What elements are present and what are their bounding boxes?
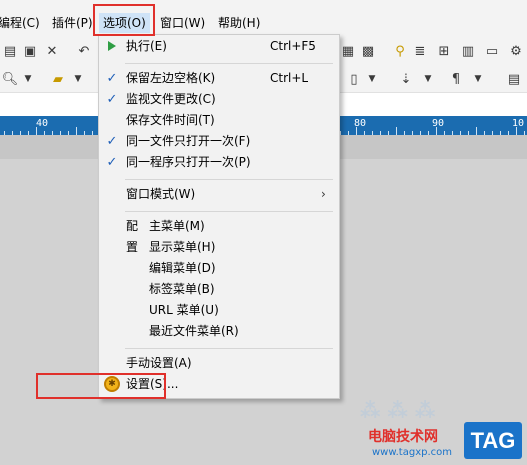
chevron-down-icon[interactable]: ▼ (420, 71, 436, 87)
ruler-tick (516, 127, 517, 135)
ruler-label: 40 (36, 118, 49, 129)
chevron-down-icon[interactable]: ▼ (20, 71, 36, 87)
menu-item-recent-files-menu[interactable]: 最近文件菜单(R) (99, 321, 339, 342)
menu-item-watch-file-changes[interactable]: ✓ 监视文件更改(C) (99, 89, 339, 110)
folder-icon[interactable]: ▰ (50, 71, 66, 87)
ruler-tick (476, 127, 477, 135)
chevron-right-icon: › (321, 187, 326, 201)
menu-item-label: 编辑菜单(D) (149, 261, 216, 275)
menu-group-label: 配 (126, 219, 139, 233)
play-icon (108, 41, 116, 51)
delete-icon[interactable]: ✕ (44, 43, 60, 59)
menu-item-open-file-once[interactable]: ✓ 同一文件只打开一次(F) (99, 131, 339, 152)
zoom-icon[interactable]: 🔍︎ (2, 71, 19, 87)
sort-icon[interactable]: ⇣ (398, 71, 414, 87)
menu-group-label: 置 (126, 240, 139, 254)
menu-item-label: 最近文件菜单(R) (149, 324, 239, 338)
copy-icon[interactable]: ▤ (2, 43, 18, 59)
column-icon[interactable]: ▦ (340, 43, 356, 59)
menu-item-label: 执行(E) (126, 39, 167, 53)
menu-help[interactable]: 帮助(H) (218, 13, 260, 33)
highlight-box-settings (36, 373, 166, 399)
ruler-label: 10 (512, 118, 525, 129)
split-icon[interactable]: ▥ (460, 43, 476, 59)
menu-programming[interactable]: 编程(C) (0, 13, 40, 33)
watermark-site-name: 电脑技术网 (368, 429, 438, 445)
menu-item-label: 保留左边空格(K) (126, 71, 216, 85)
menu-item-window-mode[interactable]: 窗口模式(W) › (99, 184, 339, 205)
menu-separator (125, 179, 333, 180)
page-icon[interactable]: ▯ (346, 71, 362, 87)
paste-icon[interactable]: ▣ (22, 43, 38, 59)
menu-item-main-menu[interactable]: 配 主菜单(M) (99, 216, 339, 237)
menu-item-label: 标签菜单(B) (149, 282, 215, 296)
ruler-tick (36, 127, 37, 135)
menu-item-manual-settings[interactable]: 手动设置(A) (99, 353, 339, 374)
window-icon[interactable]: ▭ (484, 43, 500, 59)
menu-item-label: 同一程序只打开一次(P) (126, 155, 251, 169)
highlight-box-options-menu (93, 4, 155, 36)
ruler-tick (356, 127, 357, 135)
watermark-faint: ⁂ ⁂ ⁂ (360, 398, 436, 422)
chevron-down-icon[interactable]: ▼ (70, 71, 86, 87)
menu-item-tab-menu[interactable]: 标签菜单(B) (99, 279, 339, 300)
menu-item-keep-left-spaces[interactable]: ✓ 保留左边空格(K) Ctrl+L (99, 68, 339, 89)
menu-item-label: 显示菜单(H) (149, 240, 216, 254)
text-icon[interactable]: ▤ (506, 71, 522, 87)
menu-item-shortcut: Ctrl+L (270, 71, 309, 85)
checkmark-icon: ✓ (106, 134, 118, 149)
menu-item-label: 手动设置(A) (126, 356, 192, 370)
menu-separator (125, 63, 333, 64)
menu-item-open-program-once[interactable]: ✓ 同一程序只打开一次(P) (99, 152, 339, 173)
menu-bar: 编程(C) 插件(P) 选项(O) 窗口(W) 帮助(H) (0, 0, 527, 36)
ruler-tick (396, 127, 397, 135)
chevron-down-icon[interactable]: ▼ (470, 71, 486, 87)
menu-separator (125, 211, 333, 212)
list-icon[interactable]: ≣ (412, 43, 428, 59)
tools-icon[interactable]: ⚙ (508, 43, 524, 59)
menu-item-shortcut: Ctrl+F5 (270, 39, 316, 53)
ruler-tick (76, 127, 77, 135)
menu-window[interactable]: 窗口(W) (160, 13, 205, 33)
ruler-tick (436, 127, 437, 135)
bookmark-icon[interactable]: ⚲ (392, 43, 408, 59)
options-dropdown-menu: 执行(E) Ctrl+F5 ✓ 保留左边空格(K) Ctrl+L ✓ 监视文件更… (98, 34, 340, 399)
checkmark-icon: ✓ (106, 71, 118, 86)
watermark-tag-logo: TAG (464, 422, 522, 459)
menu-item-save-file-time[interactable]: 保存文件时间(T) (99, 110, 339, 131)
menu-item-url-menu[interactable]: URL 菜单(U) (99, 300, 339, 321)
grid-icon[interactable]: ▩ (360, 43, 376, 59)
checkmark-icon: ✓ (106, 155, 118, 170)
menu-item-label: 主菜单(M) (149, 219, 205, 233)
menu-item-label: URL 菜单(U) (149, 303, 219, 317)
menu-item-label: 同一文件只打开一次(F) (126, 134, 251, 148)
watermark-url: www.tagxp.com (372, 447, 452, 458)
menu-item-label: 窗口模式(W) (126, 187, 196, 201)
menu-item-execute[interactable]: 执行(E) Ctrl+F5 (99, 36, 339, 57)
menu-separator (125, 348, 333, 349)
menu-item-edit-menu[interactable]: 编辑菜单(D) (99, 258, 339, 279)
table-icon[interactable]: ⊞ (436, 43, 452, 59)
menu-item-label: 保存文件时间(T) (126, 113, 215, 127)
chevron-down-icon[interactable]: ▼ (364, 71, 380, 87)
checkmark-icon: ✓ (106, 92, 118, 107)
menu-item-label: 监视文件更改(C) (126, 92, 216, 106)
menu-item-display-menu[interactable]: 置 显示菜单(H) (99, 237, 339, 258)
menu-plugins[interactable]: 插件(P) (52, 13, 93, 33)
undo-icon[interactable]: ↶ (76, 43, 92, 59)
format-icon[interactable]: ¶ (448, 71, 464, 87)
ruler-label: 90 (432, 118, 445, 129)
